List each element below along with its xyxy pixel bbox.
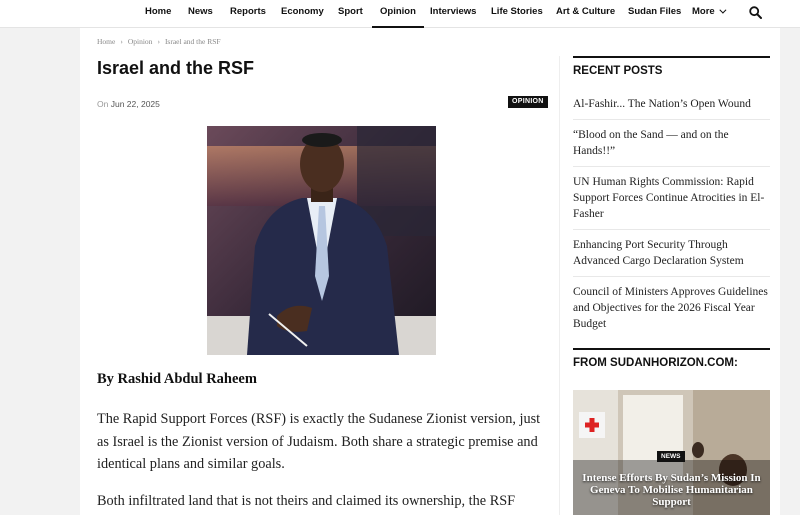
meta-prefix: On (97, 99, 109, 109)
recent-post-link[interactable]: UN Human Rights Commission: Rapid Suppor… (573, 172, 770, 230)
top-nav: Home News Reports Economy Sport Opinion … (0, 0, 800, 28)
nav-more-menu[interactable]: More (692, 0, 727, 28)
article-byline: By Rashid Abdul Raheem (97, 371, 257, 387)
breadcrumb-separator-icon: › (120, 37, 123, 46)
nav-item-interviews[interactable]: Interviews (430, 0, 476, 28)
article-title: Israel and the RSF (97, 58, 255, 78)
recent-post-link[interactable]: Council of Ministers Approves Guidelines… (573, 282, 770, 339)
recent-post-link[interactable]: “Blood on the Sand — and on the Hands!!” (573, 125, 770, 167)
nav-item-news[interactable]: News (188, 0, 213, 28)
promo-title-link[interactable]: Intense Efforts By Sudan’s Mission In Ge… (580, 472, 763, 508)
category-badge[interactable]: OPINION (508, 96, 548, 108)
nav-item-opinion[interactable]: Opinion (372, 0, 424, 28)
breadcrumb: Home › Opinion › Israel and the RSF (97, 37, 221, 46)
chevron-down-icon (719, 6, 727, 14)
breadcrumb-opinion[interactable]: Opinion (128, 37, 153, 46)
hero-photo-illustration (207, 126, 436, 355)
promo-category-badge[interactable]: NEWS (657, 451, 685, 462)
nav-item-economy[interactable]: Economy (281, 0, 324, 28)
breadcrumb-current: Israel and the RSF (164, 37, 221, 46)
recent-posts-list: Al-Fashir... The Nation’s Open Wound “Bl… (573, 94, 770, 344)
recent-post-link[interactable]: Enhancing Port Security Through Advanced… (573, 235, 770, 277)
nav-item-life-stories[interactable]: Life Stories (491, 0, 543, 28)
from-site-heading: FROM SUDANHORIZON.COM: (573, 348, 770, 369)
column-divider (559, 56, 560, 515)
article-date: Jun 22, 2025 (110, 99, 160, 109)
recent-posts-heading: RECENT POSTS (573, 56, 770, 77)
article-paragraph: The Rapid Support Forces (RSF) is exactl… (97, 411, 541, 472)
nav-item-art-culture[interactable]: Art & Culture (556, 0, 615, 28)
article-meta: On Jun 22, 2025 (97, 99, 160, 109)
nav-item-sport[interactable]: Sport (338, 0, 363, 28)
nav-item-reports[interactable]: Reports (230, 0, 266, 28)
article-paragraph: Both infiltrated land that is not theirs… (97, 493, 516, 509)
nav-item-sudan-files[interactable]: Sudan Files (628, 0, 681, 28)
breadcrumb-home[interactable]: Home (97, 37, 115, 46)
left-gutter (0, 28, 80, 515)
recent-post-link[interactable]: Al-Fashir... The Nation’s Open Wound (573, 94, 770, 120)
search-icon[interactable] (749, 6, 762, 19)
right-gutter (780, 28, 800, 515)
breadcrumb-separator-icon: › (157, 37, 160, 46)
article-hero-image[interactable] (207, 126, 436, 355)
nav-item-home[interactable]: Home (145, 0, 171, 28)
nav-more-label: More (692, 6, 715, 17)
